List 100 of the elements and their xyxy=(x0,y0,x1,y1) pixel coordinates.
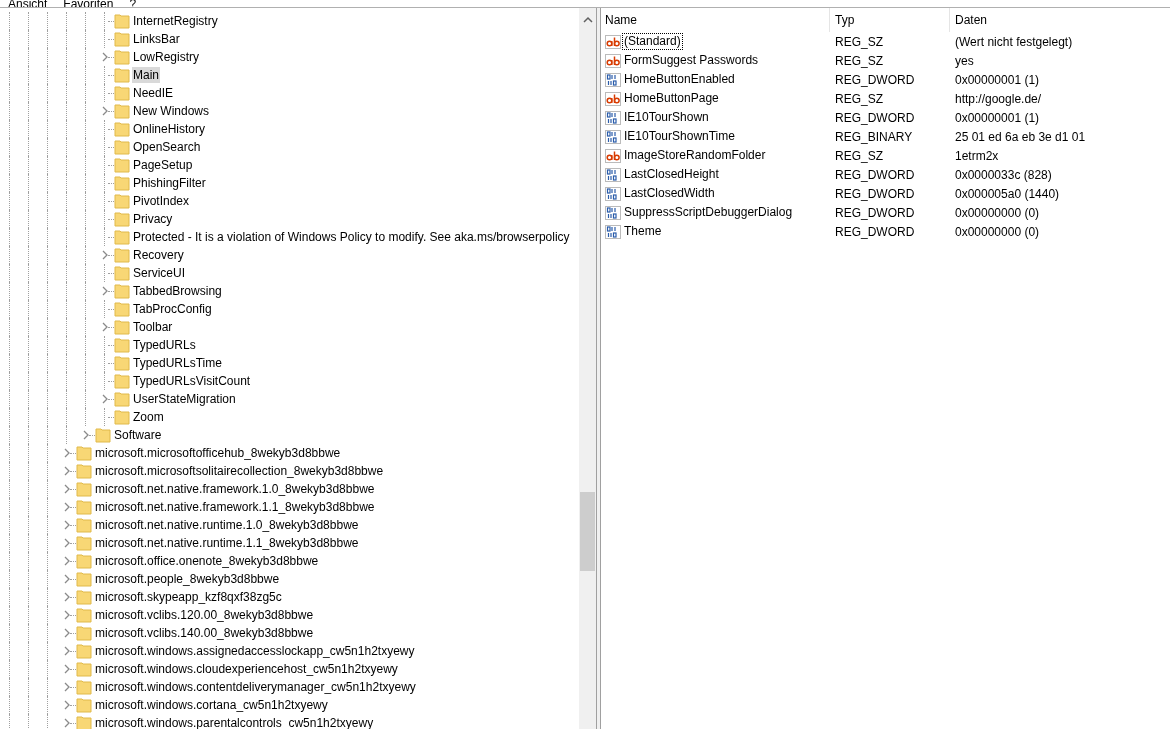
chevron-icon[interactable] xyxy=(100,394,109,404)
chevron-icon[interactable] xyxy=(62,664,71,674)
column-header[interactable]: Typ xyxy=(830,8,950,32)
tree-item[interactable]: microsoft.microsoftsolitairecollection_8wekyb3d8bbwe xyxy=(94,463,385,479)
tree-item[interactable]: microsoft.people_8wekyb3d8bbwe xyxy=(94,571,281,587)
chevron-icon[interactable] xyxy=(100,322,109,332)
tree-item[interactable]: microsoft.windows.contentdeliverymanager_cw5n1h2txyewy xyxy=(94,679,417,695)
column-header[interactable]: Name xyxy=(601,8,830,32)
tree-item[interactable]: Software xyxy=(113,427,163,443)
folder-icon xyxy=(114,85,130,101)
chevron-icon[interactable] xyxy=(62,592,71,602)
tree-item[interactable]: InternetRegistry xyxy=(132,13,219,29)
tree-item[interactable]: Toolbar xyxy=(132,319,174,335)
folder-icon xyxy=(76,643,92,659)
tree-item[interactable]: OpenSearch xyxy=(132,139,202,155)
tree-item[interactable]: microsoft.net.native.runtime.1.1_8wekyb3d8bbwe xyxy=(94,535,360,551)
value-name[interactable]: IE10TourShownTime xyxy=(622,128,737,145)
tree-item[interactable]: microsoft.windows.parentalcontrols_cw5n1h2txyewy xyxy=(94,715,375,729)
value-name[interactable]: LastClosedWidth xyxy=(622,185,717,202)
chevron-icon[interactable] xyxy=(62,448,71,458)
tree-item[interactable]: Main xyxy=(132,67,160,83)
tree-item[interactable]: microsoft.net.native.framework.1.0_8wekyb3d8bbwe xyxy=(94,481,376,497)
tree-item[interactable]: ServiceUI xyxy=(132,265,186,281)
chevron-icon[interactable] xyxy=(100,286,109,296)
chevron-icon[interactable] xyxy=(100,250,109,260)
tree-item[interactable]: microsoft.net.native.framework.1.1_8wekyb3d8bbwe xyxy=(94,499,376,515)
tree-item[interactable]: Privacy xyxy=(132,211,174,227)
tree-item[interactable]: TabbedBrowsing xyxy=(132,283,223,299)
value-name[interactable]: HomeButtonEnabled xyxy=(622,71,737,88)
chevron-icon[interactable] xyxy=(62,484,71,494)
tree-item[interactable]: NeedIE xyxy=(132,85,175,101)
value-name[interactable]: Theme xyxy=(622,223,664,240)
binary-value-icon xyxy=(605,71,621,88)
folder-icon xyxy=(114,283,130,299)
tree-item[interactable]: microsoft.windows.cortana_cw5n1h2txyewy xyxy=(94,697,329,713)
tree-item[interactable]: TypedURLsTime xyxy=(132,355,223,371)
chevron-icon[interactable] xyxy=(62,520,71,530)
tree-item[interactable]: microsoft.vclibs.140.00_8wekyb3d8bbwe xyxy=(94,625,315,641)
folder-icon xyxy=(76,553,92,569)
tree-item[interactable]: LinksBar xyxy=(132,31,181,47)
folder-icon xyxy=(114,265,130,281)
tree-item[interactable]: microsoft.vclibs.120.00_8wekyb3d8bbwe xyxy=(94,607,315,623)
tree-item[interactable]: PivotIndex xyxy=(132,193,191,209)
folder-icon xyxy=(114,49,130,65)
tree-item[interactable]: microsoft.windows.assignedaccesslockapp_cw5n1h2txyewy xyxy=(94,643,416,659)
chevron-icon[interactable] xyxy=(62,628,71,638)
value-data: 1etrm2x xyxy=(954,147,999,165)
value-type: REG_DWORD xyxy=(834,185,916,203)
binary-value-icon xyxy=(605,166,621,183)
tree-item[interactable]: PageSetup xyxy=(132,157,194,173)
tree-item[interactable]: microsoft.skypeapp_kzf8qxf38zg5c xyxy=(94,589,283,605)
tree-item[interactable]: Recovery xyxy=(132,247,185,263)
value-name[interactable]: LastClosedHeight xyxy=(622,166,721,183)
value-name[interactable]: ImageStoreRandomFolder xyxy=(622,147,768,164)
folder-icon xyxy=(114,301,130,317)
chevron-icon[interactable] xyxy=(100,52,109,62)
value-type: REG_SZ xyxy=(834,90,884,108)
tree-item[interactable]: TabProcConfig xyxy=(132,301,213,317)
value-type: REG_DWORD xyxy=(834,166,916,184)
column-header[interactable]: Daten xyxy=(950,8,1170,32)
chevron-icon[interactable] xyxy=(62,574,71,584)
value-name[interactable]: IE10TourShown xyxy=(622,109,711,126)
value-data: 0x0000033c (828) xyxy=(954,166,1052,184)
chevron-icon[interactable] xyxy=(62,700,71,710)
folder-icon xyxy=(114,157,130,173)
value-name[interactable]: SuppressScriptDebuggerDialog xyxy=(622,204,795,221)
tree-item[interactable]: Zoom xyxy=(132,409,165,425)
chevron-icon[interactable] xyxy=(62,682,71,692)
value-name[interactable]: FormSuggest Passwords xyxy=(622,52,761,69)
chevron-icon[interactable] xyxy=(62,466,71,476)
folder-icon xyxy=(114,67,130,83)
scrollbar-thumb[interactable] xyxy=(580,492,595,571)
tree-item[interactable]: UserStateMigration xyxy=(132,391,237,407)
tree-item[interactable]: OnlineHistory xyxy=(132,121,207,137)
scroll-up-icon[interactable] xyxy=(582,16,593,24)
chevron-icon[interactable] xyxy=(62,718,71,728)
tree-item[interactable]: TypedURLsVisitCount xyxy=(132,373,252,389)
tree-item[interactable]: microsoft.office.onenote_8wekyb3d8bbwe xyxy=(94,553,320,569)
tree-item[interactable]: New Windows xyxy=(132,103,211,119)
tree-item[interactable]: LowRegistry xyxy=(132,49,201,65)
tree-item[interactable]: PhishingFilter xyxy=(132,175,207,191)
chevron-icon[interactable] xyxy=(62,646,71,656)
value-data: yes xyxy=(954,52,974,70)
chevron-icon[interactable] xyxy=(62,556,71,566)
scrollbar[interactable] xyxy=(579,8,596,729)
chevron-icon[interactable] xyxy=(62,502,71,512)
value-name[interactable]: HomeButtonPage xyxy=(622,90,721,107)
tree-item[interactable]: microsoft.net.native.runtime.1.0_8wekyb3d8bbwe xyxy=(94,517,360,533)
tree-item[interactable]: TypedURLs xyxy=(132,337,197,353)
tree-item[interactable]: microsoft.windows.cloudexperiencehost_cw5n1h2txyewy xyxy=(94,661,399,677)
tree-item[interactable]: microsoft.microsoftofficehub_8wekyb3d8bbwe xyxy=(94,445,342,461)
folder-icon xyxy=(76,499,92,515)
chevron-icon[interactable] xyxy=(62,538,71,548)
chevron-icon[interactable] xyxy=(62,610,71,620)
value-name[interactable]: (Standard) xyxy=(622,33,683,50)
chevron-icon[interactable] xyxy=(100,106,109,116)
tree-item[interactable]: Protected - It is a violation of Windows Policy to modify. See aka.ms/browserpolicy xyxy=(132,229,571,245)
chevron-icon[interactable] xyxy=(81,430,90,440)
folder-icon xyxy=(114,355,130,371)
value-data: 25 01 ed 6a eb 3e d1 01 xyxy=(954,128,1086,146)
